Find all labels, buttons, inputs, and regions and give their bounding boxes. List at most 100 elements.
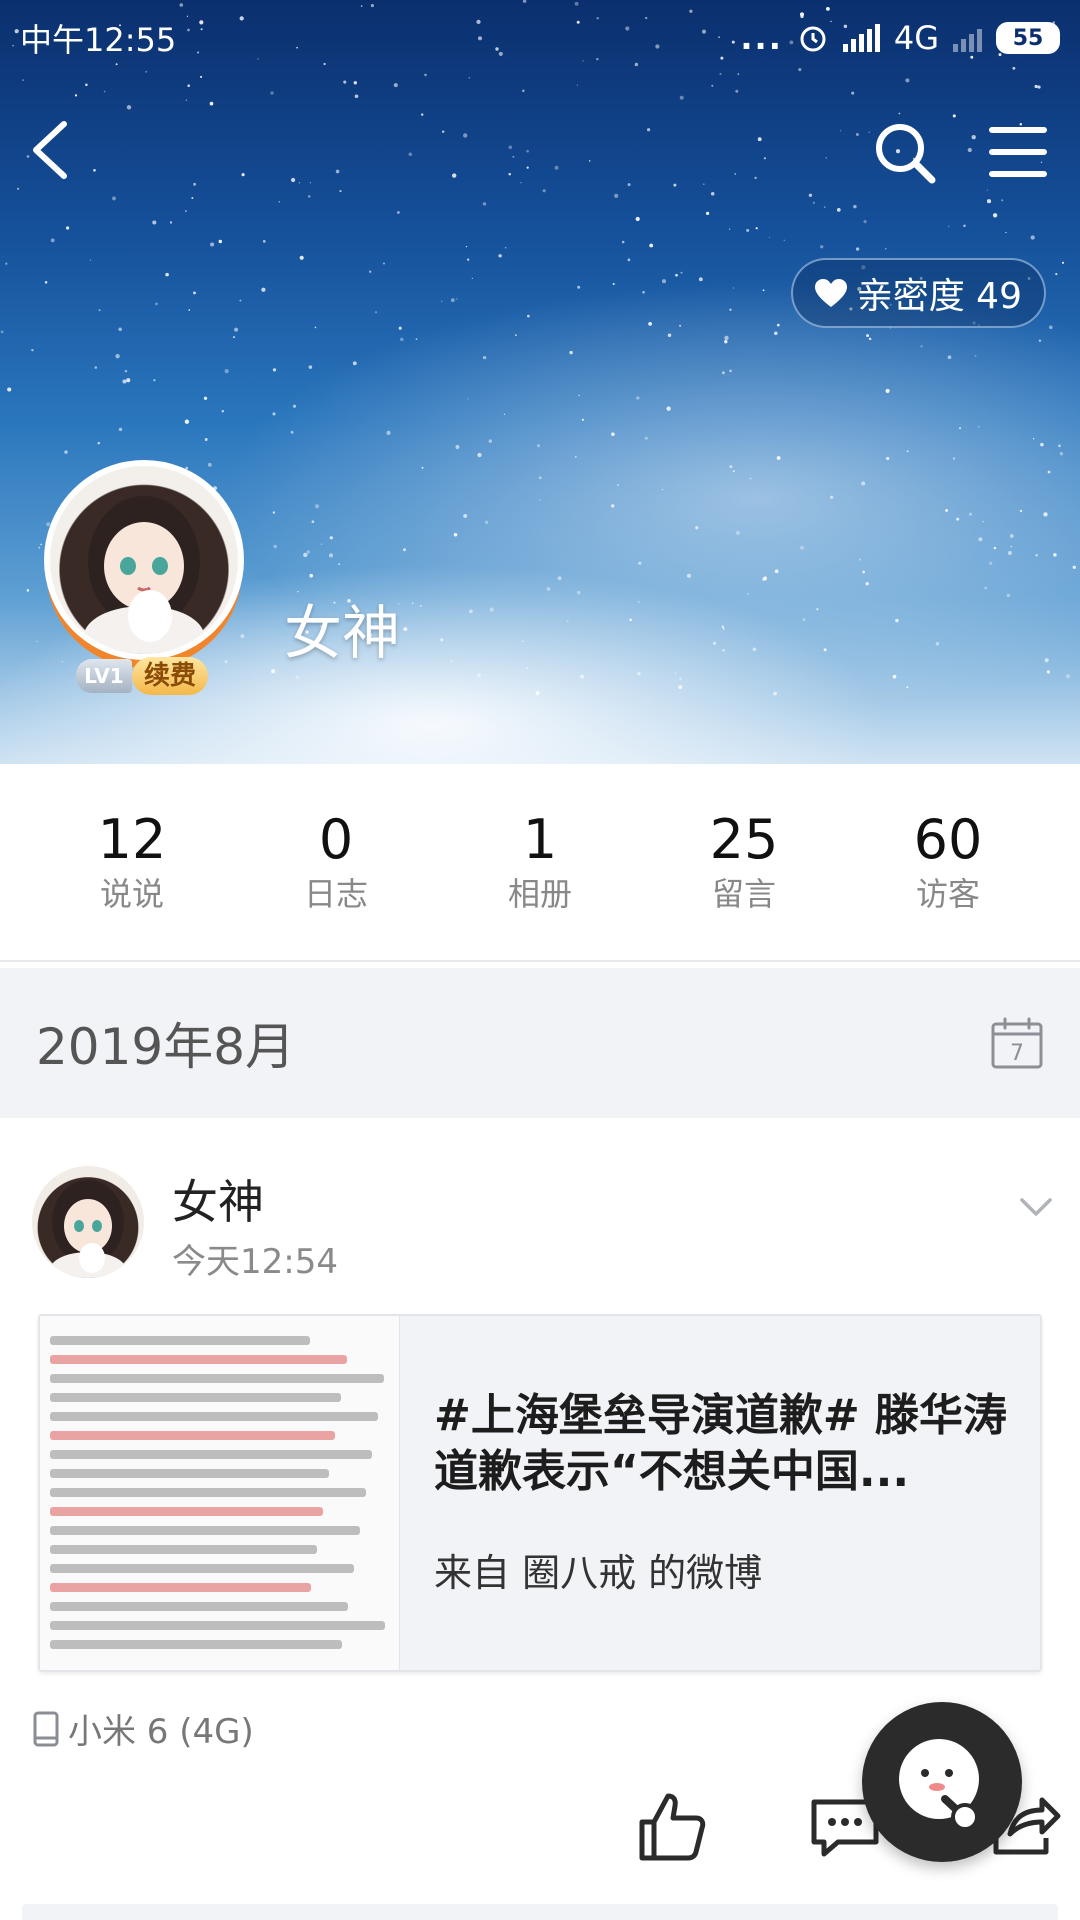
stat-label: 说说 xyxy=(99,875,164,913)
star xyxy=(763,576,767,581)
stat-messages[interactable]: 25 留言 xyxy=(659,808,829,916)
star xyxy=(262,240,266,243)
star xyxy=(328,553,334,558)
star xyxy=(783,239,786,242)
star xyxy=(468,76,471,79)
star xyxy=(369,270,372,273)
star xyxy=(992,213,998,218)
star xyxy=(155,302,158,306)
star xyxy=(468,609,473,614)
star xyxy=(185,99,188,102)
star xyxy=(1038,339,1042,342)
star xyxy=(644,436,648,440)
stat-visitors[interactable]: 60 访客 xyxy=(863,808,1033,916)
calendar-icon[interactable]: 7 xyxy=(990,1016,1044,1070)
star xyxy=(1040,442,1044,447)
star xyxy=(165,272,169,277)
stat-value: 1 xyxy=(522,808,558,871)
avatar-illustration xyxy=(84,496,204,654)
thumbnail-text-line xyxy=(50,1431,335,1440)
star xyxy=(661,279,667,284)
star xyxy=(678,324,682,327)
thumbs-up-icon[interactable] xyxy=(636,1790,708,1862)
vip-level-badge[interactable]: LV1 续费 xyxy=(76,656,226,696)
star xyxy=(680,271,683,274)
star xyxy=(455,445,460,449)
stat-blog[interactable]: 0 日志 xyxy=(251,808,421,916)
post-author-name[interactable]: 女神 xyxy=(172,1166,264,1232)
avatar-illustration xyxy=(50,1180,126,1278)
star xyxy=(467,398,469,400)
star xyxy=(735,530,740,535)
star xyxy=(453,532,458,537)
search-icon[interactable] xyxy=(870,118,940,188)
stat-album[interactable]: 1 相册 xyxy=(455,808,625,916)
star xyxy=(986,199,992,204)
star xyxy=(920,345,923,348)
star xyxy=(295,675,300,679)
star xyxy=(450,298,455,303)
star xyxy=(239,299,242,302)
star xyxy=(752,647,757,652)
post-device-info: 小米 6 (4G) xyxy=(32,1704,254,1753)
star xyxy=(1019,509,1023,513)
stat-shuoshuo[interactable]: 12 说说 xyxy=(47,808,217,916)
star xyxy=(611,504,615,508)
star xyxy=(1035,553,1038,557)
star xyxy=(614,193,619,199)
star xyxy=(386,430,391,435)
hamburger-menu-icon[interactable] xyxy=(988,122,1048,182)
star xyxy=(209,101,214,106)
star xyxy=(467,258,470,261)
shared-link-card[interactable]: #上海堡垒导演道歉# 滕华涛道歉表示“不想关中国... 来自 圈八戒 的微博 xyxy=(38,1314,1042,1672)
star xyxy=(885,248,887,250)
star xyxy=(776,456,781,460)
intimacy-badge[interactable]: 亲密度 49 xyxy=(790,258,1046,328)
star xyxy=(112,196,116,201)
star xyxy=(74,94,78,97)
shared-link-thumbnail xyxy=(40,1316,400,1670)
star xyxy=(403,548,406,552)
star xyxy=(1009,534,1014,538)
star xyxy=(635,216,640,222)
star xyxy=(729,308,732,311)
star xyxy=(638,561,642,565)
star xyxy=(1037,85,1041,89)
star xyxy=(152,220,157,225)
star xyxy=(629,618,632,622)
star xyxy=(308,365,313,369)
star xyxy=(124,369,128,373)
post-author-avatar[interactable] xyxy=(32,1166,144,1278)
star xyxy=(403,627,408,631)
star xyxy=(855,247,860,251)
chevron-down-icon[interactable] xyxy=(1014,1184,1058,1228)
star xyxy=(89,259,92,261)
star xyxy=(637,600,640,603)
star xyxy=(539,499,541,501)
renew-button[interactable]: 续费 xyxy=(132,657,209,695)
thumbnail-text-line xyxy=(50,1412,378,1421)
star xyxy=(309,573,313,578)
thumbnail-text-line xyxy=(50,1640,342,1649)
mascot-face-icon xyxy=(899,1739,979,1831)
star xyxy=(695,526,699,530)
star xyxy=(1072,565,1077,570)
profile-avatar-group[interactable]: LV1 续费 xyxy=(44,460,244,696)
star xyxy=(968,512,972,516)
star xyxy=(947,225,950,228)
floating-assistant-button[interactable] xyxy=(862,1702,1022,1862)
star xyxy=(203,396,208,400)
star xyxy=(1058,444,1061,448)
star xyxy=(193,291,196,295)
star xyxy=(184,419,190,424)
star xyxy=(649,243,654,248)
star xyxy=(762,289,765,292)
star xyxy=(984,586,988,590)
star xyxy=(1001,199,1004,202)
avatar[interactable] xyxy=(44,460,244,660)
star xyxy=(963,224,966,228)
star xyxy=(575,456,577,458)
chevron-left-icon[interactable] xyxy=(20,110,80,190)
signal-icon xyxy=(842,24,880,52)
alarm-icon xyxy=(800,26,826,52)
